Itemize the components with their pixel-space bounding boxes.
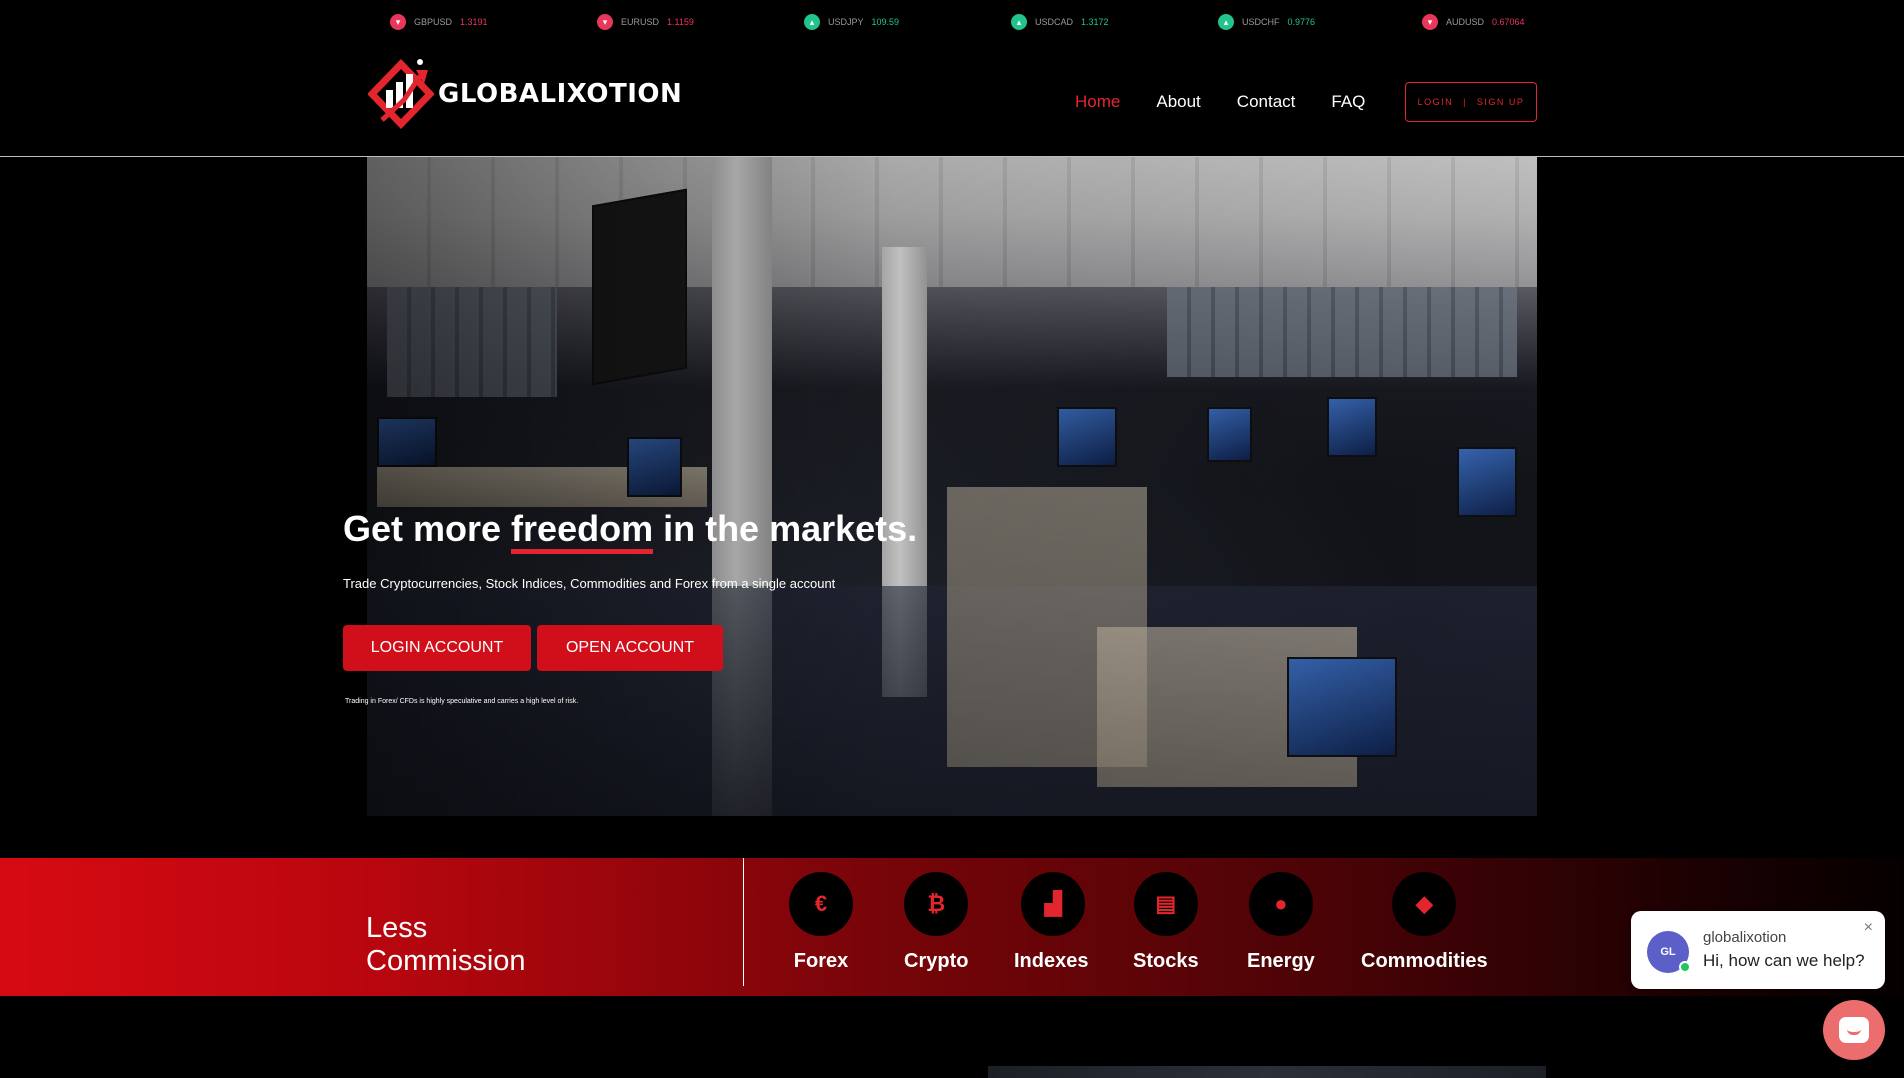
auth-separator: | (1463, 97, 1467, 107)
signup-link[interactable]: SIGN UP (1477, 97, 1525, 107)
category-label: Stocks (1133, 950, 1199, 972)
category-label: Crypto (904, 950, 969, 972)
euro-icon: € (789, 872, 853, 936)
ticker-value: 1.3191 (460, 17, 488, 27)
chat-launcher-button[interactable] (1823, 1000, 1885, 1060)
document-chart-icon: ▤ (1133, 872, 1198, 936)
category-commodities[interactable]: ◆ Commodities (1361, 872, 1488, 973)
arrow-down-icon: ▾ (390, 14, 406, 30)
nav-contact[interactable]: Contact (1237, 92, 1296, 112)
ticker-symbol: USDJPY (828, 17, 864, 27)
ticker-item: ▾ AUDUSD 0.67064 (1422, 14, 1525, 30)
arrow-down-icon: ▾ (1422, 14, 1438, 30)
chat-icon (1839, 1017, 1869, 1043)
ticker-value: 0.67064 (1492, 17, 1525, 27)
main-nav: Home About Contact FAQ (1075, 92, 1365, 112)
ticker-item: ▴ USDJPY 109.59 (804, 14, 899, 30)
ticker-item: ▾ EURUSD 1.1159 (597, 14, 694, 30)
ticker-symbol: USDCHF (1242, 17, 1280, 27)
ticker-value: 0.9776 (1287, 17, 1316, 27)
nav-about[interactable]: About (1156, 92, 1200, 112)
category-crypto[interactable]: ₿ Crypto (904, 872, 968, 973)
ticker-symbol: USDCAD (1035, 17, 1074, 27)
category-label: Indexes (1014, 950, 1089, 972)
hero-title: Get more freedom in the markets. (343, 508, 917, 554)
category-indexes[interactable]: ▟ Indexes (1014, 872, 1088, 973)
arrow-up-icon: ▴ (1011, 14, 1027, 30)
site-header: GLOBALIXOTION Home About Contact FAQ LOG… (0, 44, 1904, 157)
chat-greeting-popup[interactable]: GL globalixotion Hi, how can we help? × (1631, 911, 1885, 989)
arrow-up-icon: ▴ (804, 14, 820, 30)
ticker-value: 109.59 (871, 17, 900, 27)
price-ticker: ▾ GBPUSD 1.3191 ▾ EURUSD 1.1159 ▴ USDJPY… (0, 0, 1904, 44)
login-account-button[interactable]: LOGIN ACCOUNT (343, 625, 531, 671)
category-forex[interactable]: € Forex (789, 872, 853, 973)
ticker-value: 1.3172 (1081, 17, 1109, 27)
nav-faq[interactable]: FAQ (1331, 92, 1365, 112)
close-icon[interactable]: × (1864, 919, 1873, 937)
online-status-indicator (1679, 961, 1691, 973)
cube-icon: ◆ (1392, 872, 1457, 936)
chat-greeting-message: Hi, how can we help? (1703, 951, 1865, 970)
hero-video-background (367, 157, 1537, 816)
risk-disclaimer: Trading in Forex/ CFDs is highly specula… (345, 698, 579, 705)
brand-logo[interactable]: GLOBALIXOTION (368, 56, 682, 132)
login-signup-button[interactable]: LOGIN | SIGN UP (1405, 82, 1537, 122)
area-chart-icon: ▟ (1021, 872, 1086, 936)
hero-subtitle: Trade Cryptocurrencies, Stock Indices, C… (343, 576, 836, 591)
open-account-button[interactable]: OPEN ACCOUNT (537, 625, 723, 671)
logo-mark-icon (368, 58, 434, 130)
category-label: Commodities (1361, 950, 1488, 972)
category-energy[interactable]: ● Energy (1247, 872, 1315, 973)
chat-agent-name: globalixotion (1703, 929, 1787, 946)
ticker-item: ▴ USDCHF 0.9776 (1218, 14, 1315, 30)
ticker-item: ▾ GBPUSD 1.3191 (390, 14, 488, 30)
category-stocks[interactable]: ▤ Stocks (1133, 872, 1199, 973)
bitcoin-icon: ₿ (904, 872, 969, 936)
ticker-symbol: AUDUSD (1446, 17, 1485, 27)
brand-name: GLOBALIXOTION (438, 79, 683, 109)
band-title: Less Commission (366, 912, 526, 977)
arrow-up-icon: ▴ (1218, 14, 1234, 30)
droplet-icon: ● (1248, 872, 1313, 936)
band-divider (743, 858, 744, 986)
category-label: Forex (793, 950, 849, 972)
arrow-down-icon: ▾ (597, 14, 613, 30)
ticker-value: 1.1159 (667, 17, 694, 27)
ticker-item: ▴ USDCAD 1.3172 (1011, 14, 1109, 30)
nav-home[interactable]: Home (1075, 92, 1120, 112)
category-label: Energy (1247, 950, 1315, 972)
markets-band: Less Commission € Forex ₿ Crypto ▟ Index… (0, 858, 1904, 996)
login-link[interactable]: LOGIN (1418, 97, 1454, 107)
ticker-symbol: EURUSD (621, 17, 660, 27)
hero-title-highlight: freedom (511, 508, 654, 554)
ticker-symbol: GBPUSD (414, 17, 453, 27)
section-preview-image (988, 1066, 1546, 1078)
